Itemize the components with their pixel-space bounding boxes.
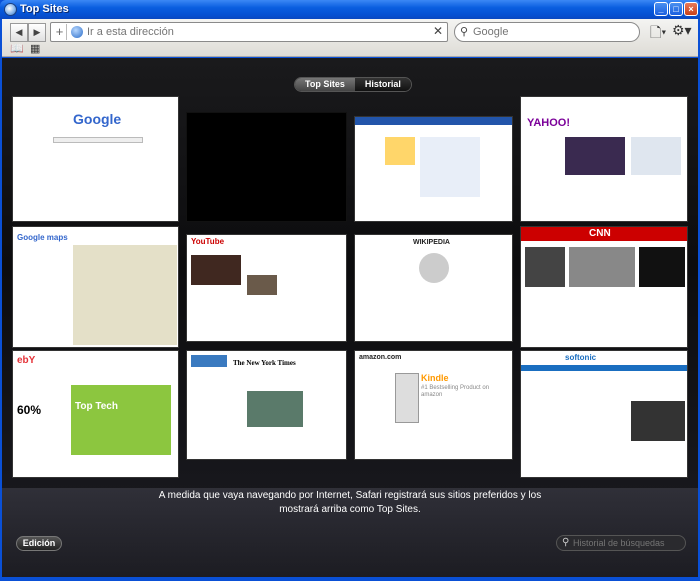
cnn-logo: CNN <box>589 228 611 239</box>
safari-app-icon <box>4 3 17 16</box>
bookmarks-book-icon[interactable]: 📖 <box>10 42 24 55</box>
search-icon: ⚲ <box>460 26 469 38</box>
thumbnail-yahoo[interactable]: YAHOO! <box>520 96 688 222</box>
search-field[interactable]: ⚲ <box>454 22 640 42</box>
title-bar: Top Sites _ □ × <box>0 0 700 19</box>
ebay-promo-percent: 60% <box>17 403 42 417</box>
tab-history[interactable]: Historial <box>354 78 411 91</box>
yahoo-logo: YAHOO! <box>527 117 570 129</box>
thumbnail-softonic[interactable]: softonic <box>520 350 688 478</box>
add-bookmark-icon[interactable]: + <box>53 24 67 40</box>
history-search-input[interactable] <box>573 537 683 549</box>
thumbnail-google-maps[interactable]: Google maps <box>12 226 179 348</box>
forward-button[interactable]: ▶ <box>28 23 46 42</box>
browser-toolbar: ◀ ▶ + ✕ ⚲ 🗋▾ ⚙▾ 📖 ▦ <box>2 19 698 57</box>
close-button[interactable]: × <box>684 2 698 16</box>
globe-icon <box>71 26 83 38</box>
page-menu-icon[interactable]: 🗋▾ <box>650 22 666 46</box>
view-switcher: Top Sites Historial <box>294 77 412 92</box>
minimize-button[interactable]: _ <box>654 2 668 16</box>
maximize-button[interactable]: □ <box>669 2 683 16</box>
youtube-logo: YouTube <box>191 237 225 246</box>
url-input[interactable] <box>87 25 427 39</box>
wikipedia-logo: WIKIPEDIA <box>413 239 450 246</box>
thumbnail-portal[interactable] <box>354 116 513 222</box>
top-sites-grid-icon[interactable]: ▦ <box>30 42 40 55</box>
thumbnail-nytimes[interactable]: The New York Times <box>186 350 347 460</box>
search-input[interactable] <box>473 25 633 39</box>
thumbnail-cnn[interactable]: CNN <box>520 226 688 348</box>
top-sites-view: Top Sites Historial Google YAHOO! Google… <box>2 58 698 577</box>
ebay-promo-title: Top Tech <box>75 401 118 412</box>
kindle-subtitle: #1 Bestselling Product on amazon <box>421 385 490 398</box>
thumbnail-ebay[interactable]: ebY 60% Top Tech <box>12 350 179 478</box>
stop-icon[interactable]: ✕ <box>433 24 443 38</box>
thumbnail-google[interactable]: Google <box>12 96 179 222</box>
google-logo: Google <box>73 111 122 127</box>
edit-button[interactable]: Edición <box>16 536 62 551</box>
top-sites-message: A medida que vaya navegando por Internet… <box>158 490 542 515</box>
ebay-logo: ebY <box>17 355 36 366</box>
amazon-logo: amazon.com <box>359 354 402 361</box>
thumbnail-wikipedia[interactable]: WIKIPEDIA <box>354 234 513 342</box>
thumbnail-empty[interactable] <box>186 112 347 222</box>
address-bar[interactable]: + ✕ <box>50 22 448 42</box>
thumbnail-amazon[interactable]: amazon.com Kindle #1 Bestselling Product… <box>354 350 513 460</box>
kindle-title: Kindle <box>421 373 449 383</box>
nytimes-logo: The New York Times <box>233 359 296 367</box>
back-button[interactable]: ◀ <box>10 23 28 42</box>
window-title: Top Sites <box>20 3 69 15</box>
thumbnail-youtube[interactable]: YouTube <box>186 234 347 342</box>
gear-icon[interactable]: ⚙▾ <box>672 22 692 39</box>
tab-top-sites[interactable]: Top Sites <box>295 78 355 91</box>
search-icon: ⚲ <box>562 537 570 548</box>
google-maps-logo: Google maps <box>17 233 68 242</box>
history-search-field[interactable]: ⚲ <box>556 535 686 551</box>
softonic-logo: softonic <box>565 353 597 362</box>
